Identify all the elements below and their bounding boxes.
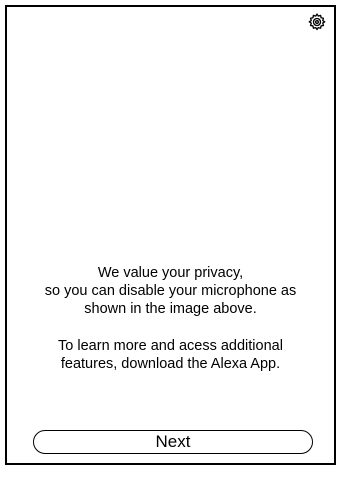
app-line: features, download the Alexa App. bbox=[60, 356, 281, 372]
settings-button[interactable] bbox=[307, 12, 327, 32]
screen-frame: We value your privacy, so you can disabl… bbox=[5, 5, 336, 465]
privacy-message: We value your privacy, so you can disabl… bbox=[7, 264, 334, 373]
next-button[interactable]: Next bbox=[33, 430, 313, 454]
app-line: To learn more and acess additional bbox=[58, 338, 283, 354]
gear-icon bbox=[308, 13, 326, 31]
privacy-paragraph: We value your privacy, so you can disabl… bbox=[7, 264, 334, 318]
privacy-line: We value your privacy, bbox=[97, 265, 244, 281]
privacy-line: shown in the image above. bbox=[84, 301, 257, 317]
app-paragraph: To learn more and acess additional featu… bbox=[7, 337, 334, 373]
privacy-line: so you can disable your microphone as bbox=[44, 283, 297, 299]
